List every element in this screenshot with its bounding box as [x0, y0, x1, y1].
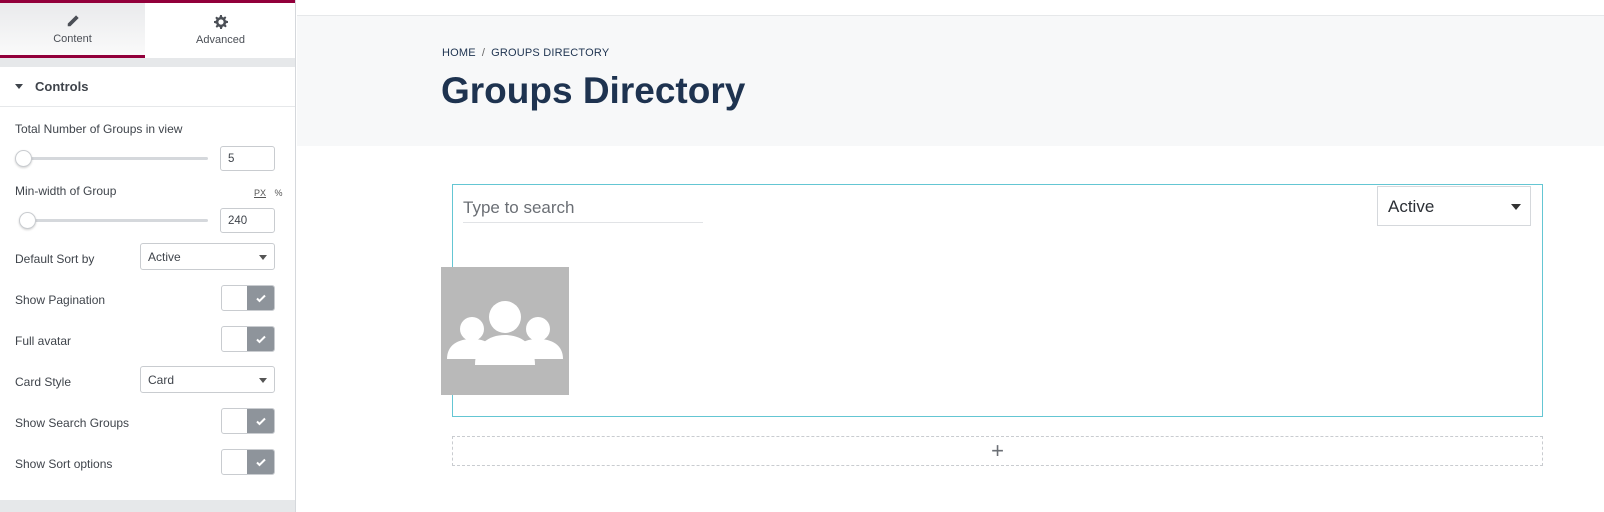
checkmark-icon — [255, 335, 266, 344]
group-placeholder-icon — [447, 301, 563, 365]
breadcrumb-home-link[interactable]: HOME — [442, 47, 476, 59]
chevron-down-icon — [259, 378, 267, 383]
editor-panel: Content Advanced Controls Total Number o… — [0, 0, 296, 512]
sort-select-value: Active — [1388, 197, 1435, 216]
groups-directory-widget[interactable]: Active — [441, 184, 1543, 417]
show-sort-label: Show Sort options — [15, 457, 113, 471]
show-pagination-toggle[interactable] — [221, 285, 275, 311]
checkmark-icon — [255, 458, 266, 467]
page-header: HOME / GROUPS DIRECTORY Groups Directory — [297, 16, 1604, 146]
card-style-select[interactable]: Card — [140, 366, 275, 393]
add-section-button[interactable]: + — [452, 436, 1543, 466]
unit-px[interactable]: PX — [254, 188, 266, 198]
default-sort-select[interactable]: Active — [140, 243, 275, 270]
group-avatar[interactable] — [441, 267, 569, 395]
total-groups-input[interactable] — [220, 146, 275, 171]
panel-footer — [0, 500, 295, 512]
full-avatar-label: Full avatar — [15, 334, 72, 348]
controls-section: Controls Total Number of Groups in view … — [0, 67, 295, 500]
chevron-down-icon — [1511, 204, 1521, 210]
default-sort-value: Active — [148, 250, 181, 264]
breadcrumb-separator: / — [481, 47, 486, 59]
min-width-input[interactable] — [220, 208, 275, 233]
total-groups-slider-handle[interactable] — [15, 150, 32, 167]
site-header — [297, 0, 1604, 16]
total-groups-slider-track[interactable] — [23, 157, 208, 160]
show-search-toggle[interactable] — [221, 408, 275, 434]
sort-select[interactable]: Active — [1377, 186, 1531, 226]
chevron-down-icon — [259, 255, 267, 260]
breadcrumb: HOME / GROUPS DIRECTORY — [442, 47, 609, 59]
unit-switcher: PX % — [248, 188, 283, 198]
panel-tabs: Content Advanced — [0, 3, 295, 58]
search-input[interactable] — [463, 193, 703, 223]
caret-down-icon — [15, 84, 23, 89]
gear-icon — [213, 15, 228, 29]
checkmark-icon — [255, 294, 266, 303]
controls-section-header[interactable]: Controls — [0, 67, 295, 107]
show-sort-toggle[interactable] — [221, 449, 275, 475]
default-sort-label: Default Sort by — [15, 252, 95, 266]
pencil-icon — [67, 14, 79, 26]
page-preview: HOME / GROUPS DIRECTORY Groups Directory A… — [297, 0, 1604, 512]
unit-percent[interactable]: % — [275, 188, 283, 198]
tab-content-label: Content — [53, 32, 92, 45]
plus-icon: + — [991, 438, 1004, 463]
show-pagination-label: Show Pagination — [15, 293, 106, 307]
tab-advanced-label: Advanced — [196, 34, 245, 46]
min-width-slider-handle[interactable] — [19, 212, 36, 229]
show-search-label: Show Search Groups — [15, 416, 130, 430]
total-groups-label: Total Number of Groups in view — [15, 122, 183, 136]
full-avatar-toggle[interactable] — [221, 326, 275, 352]
min-width-slider-track[interactable] — [23, 219, 208, 222]
checkmark-icon — [255, 417, 266, 426]
card-style-label: Card Style — [15, 375, 72, 389]
tab-content[interactable]: Content — [0, 3, 145, 58]
tab-advanced[interactable]: Advanced — [145, 3, 295, 58]
card-style-value: Card — [148, 373, 175, 387]
tabs-divider — [0, 58, 295, 67]
min-width-label: Min-width of Group — [15, 184, 117, 198]
breadcrumb-current: GROUPS DIRECTORY — [491, 47, 610, 59]
controls-section-title: Controls — [35, 79, 89, 94]
page-title: Groups Directory — [441, 70, 746, 111]
